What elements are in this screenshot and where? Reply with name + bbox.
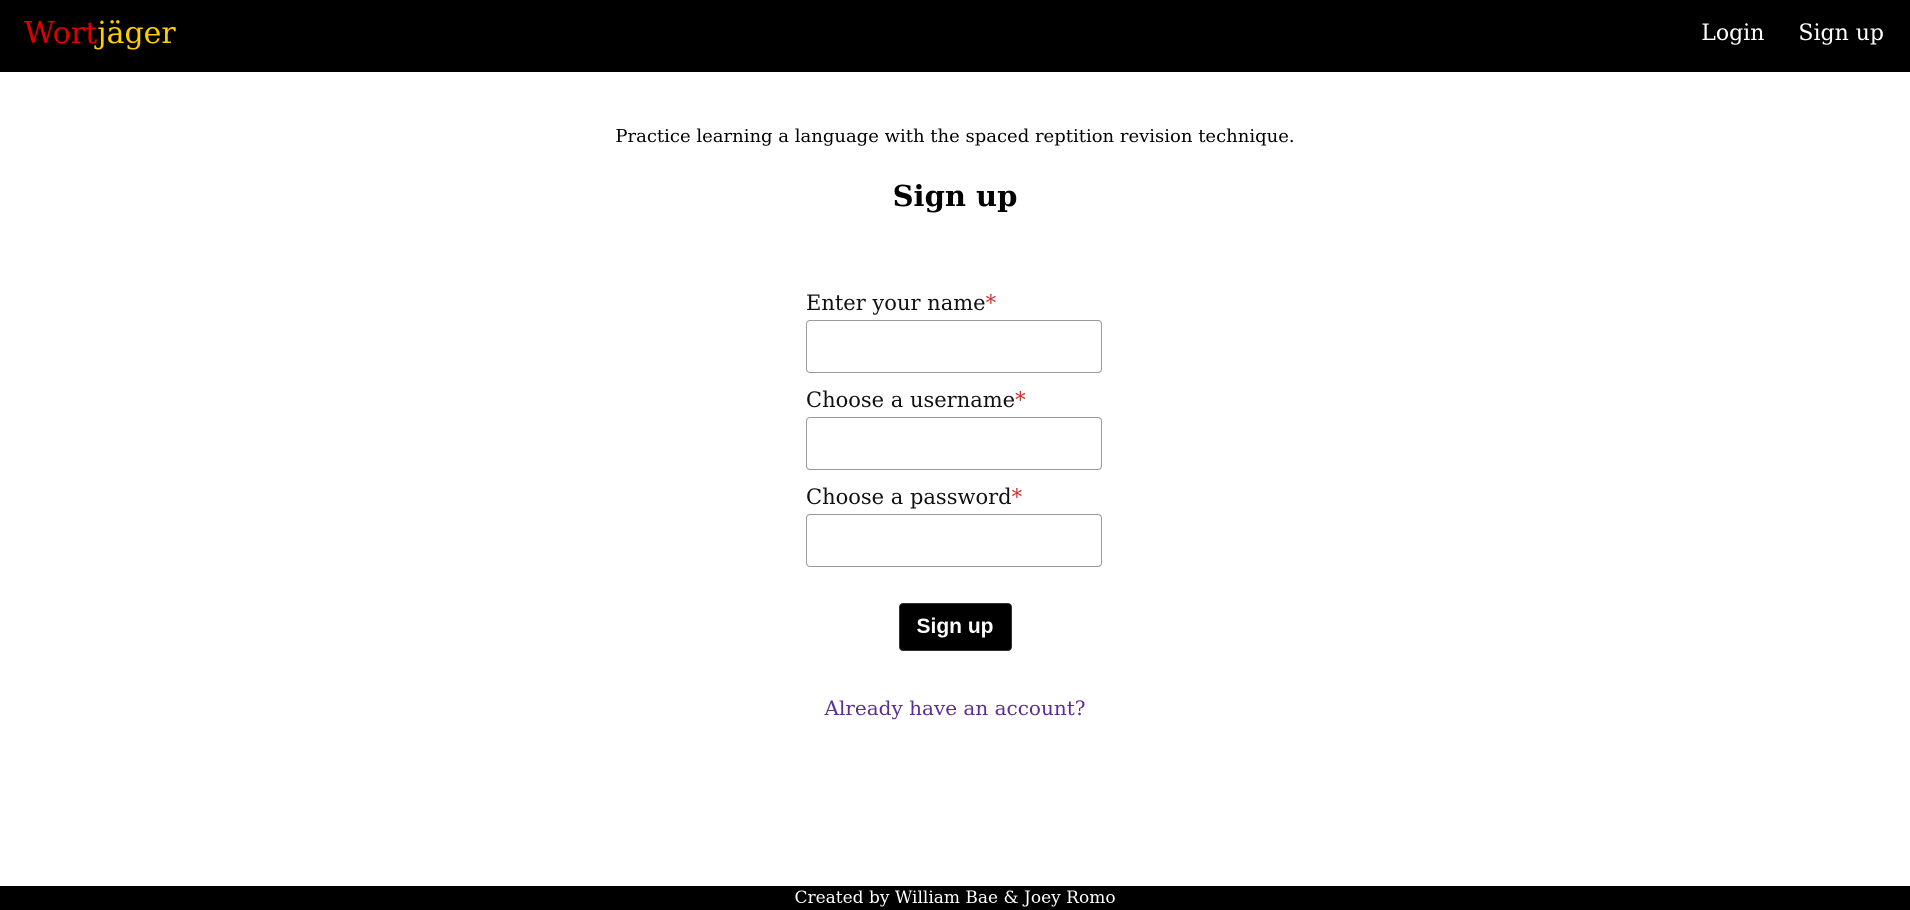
brand-name-part-2: jäger (97, 16, 176, 51)
nav-login-link[interactable]: Login (1701, 18, 1764, 50)
password-field-group: Choose a password* (806, 482, 1102, 567)
name-label-text: Enter your name (806, 291, 986, 315)
required-marker: * (985, 291, 997, 315)
name-label: Enter your name* (806, 288, 1102, 318)
signup-submit-button[interactable]: Sign up (898, 603, 1012, 651)
required-marker: * (1015, 388, 1026, 412)
footer-credit: Created by William Bae & Joey Romo (794, 888, 1116, 908)
signup-form: Enter your name* Choose a username* Choo… (806, 288, 1102, 579)
username-input[interactable] (806, 417, 1102, 470)
username-label-text: Choose a username (806, 388, 1016, 412)
top-navbar: Wortjäger Login Sign up (0, 0, 1910, 72)
username-label: Choose a username* (806, 385, 1102, 415)
password-label: Choose a password* (806, 482, 1102, 512)
password-label-text: Choose a password (806, 485, 1012, 509)
tagline: Practice learning a language with the sp… (615, 126, 1295, 147)
already-have-account-link[interactable]: Already have an account? (825, 696, 1086, 720)
signin-link-container: Already have an account? (0, 694, 1910, 722)
brand-logo-link[interactable]: Wortjäger (24, 14, 176, 54)
required-marker: * (1011, 485, 1023, 509)
footer: Created by William Bae & Joey Romo (0, 886, 1910, 910)
name-input[interactable] (806, 320, 1102, 373)
nav-signup-link[interactable]: Sign up (1798, 18, 1884, 50)
page: Wortjäger Login Sign up Practice learnin… (0, 0, 1910, 910)
nav-links: Login Sign up (1701, 18, 1884, 50)
name-field-group: Enter your name* (806, 288, 1102, 373)
password-input[interactable] (806, 514, 1102, 567)
submit-container: Sign up (0, 603, 1910, 651)
page-title: Sign up (892, 179, 1018, 213)
brand-name-part-1: Wort (24, 16, 98, 51)
username-field-group: Choose a username* (806, 385, 1102, 470)
